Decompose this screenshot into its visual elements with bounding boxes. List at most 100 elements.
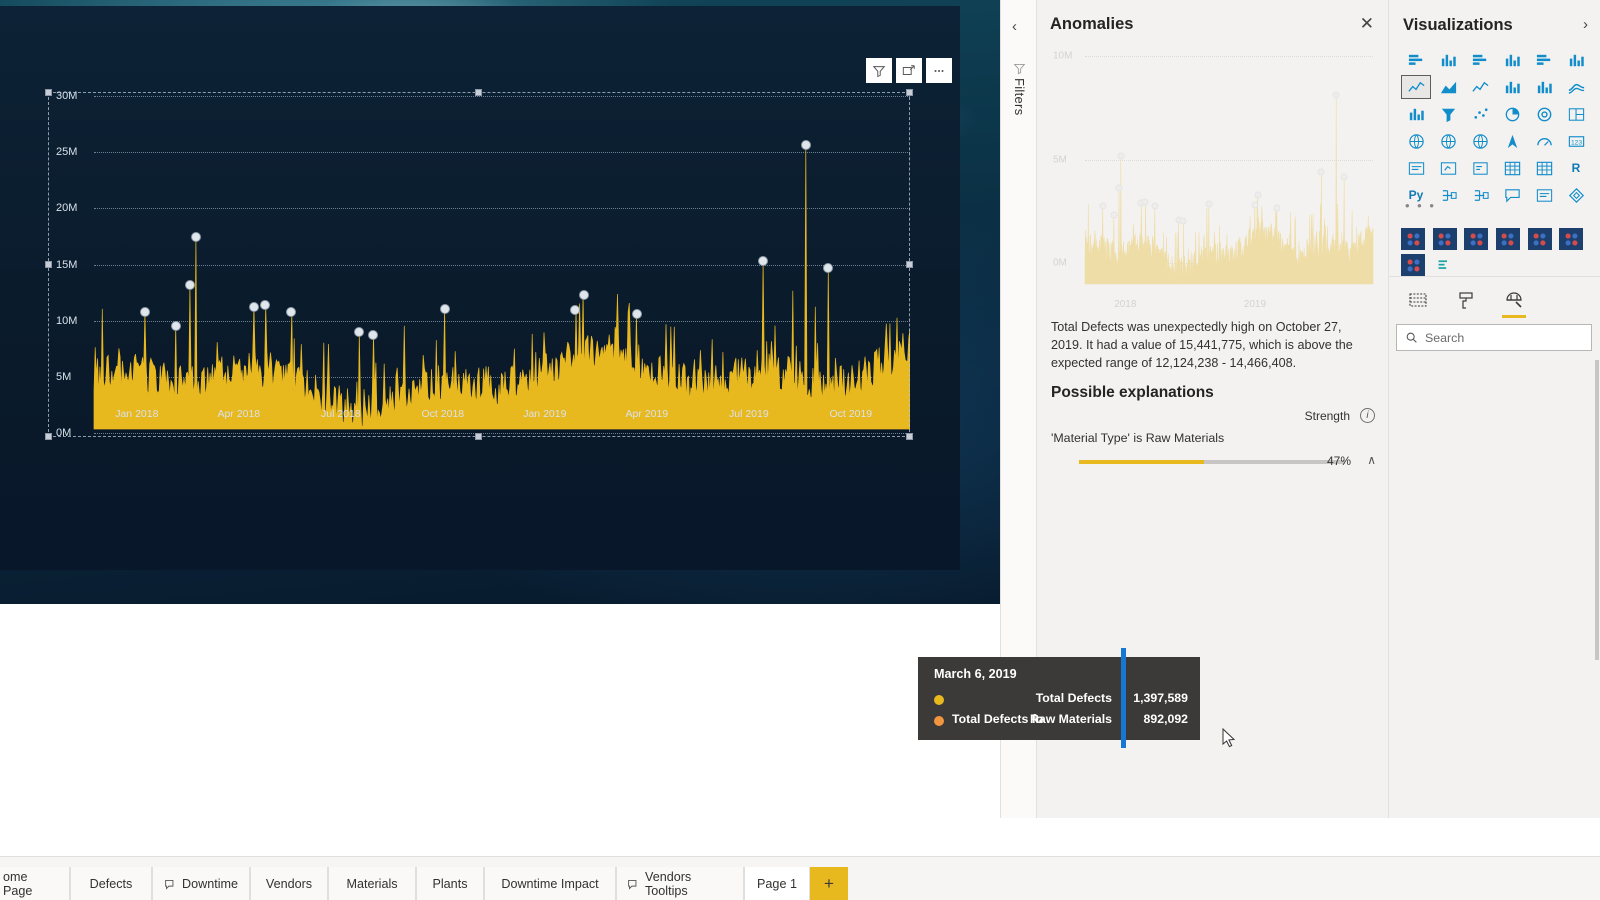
pane-tab-strip[interactable] (1405, 287, 1527, 318)
format-pane-tab[interactable] (1453, 287, 1479, 313)
gauge-icon[interactable] (1529, 129, 1559, 153)
anomaly-marker (1317, 168, 1325, 176)
resize-handle-s[interactable] (475, 433, 482, 440)
page-tab-label: Materials (346, 877, 398, 891)
anomalies-pane-header: Anomalies ✕ (1037, 0, 1388, 52)
pie-chart-icon[interactable] (1497, 102, 1527, 126)
visualizations-title: Visualizations (1403, 16, 1513, 34)
page-tab-plants[interactable]: Plants (416, 867, 484, 900)
search-placeholder: Search (1425, 330, 1465, 345)
qa-visual-icon[interactable] (1497, 183, 1527, 207)
visualizations-pane[interactable]: Visualizations › 123RPy • • • Percentile… (1388, 0, 1600, 818)
slicer-icon[interactable] (1465, 156, 1495, 180)
custom-visual-icon[interactable] (1559, 228, 1584, 250)
analytics-pane-tab[interactable] (1501, 287, 1527, 318)
r-script-visual-icon[interactable]: R (1561, 156, 1591, 180)
clustered-bar-chart-icon[interactable] (1465, 48, 1495, 72)
custom-visuals-grid[interactable] (1401, 228, 1589, 276)
table-icon[interactable] (1497, 156, 1527, 180)
waterfall-chart-icon[interactable] (1401, 102, 1431, 126)
expand-pane-icon[interactable]: › (1583, 16, 1588, 33)
donut-chart-icon[interactable] (1529, 102, 1559, 126)
custom-visual-icon[interactable] (1401, 228, 1425, 250)
multi-row-card-icon[interactable] (1401, 156, 1431, 180)
page-tab-bar[interactable]: ome Page Defects Downtime Vendors Materials P… (0, 856, 1600, 900)
info-icon[interactable]: i (1360, 408, 1375, 423)
100-stacked-column-chart-icon[interactable] (1561, 48, 1591, 72)
resize-handle-n[interactable] (475, 89, 482, 96)
custom-visual-icon[interactable] (1495, 228, 1520, 250)
visual-header-toolbar[interactable] (866, 58, 952, 83)
resize-handle-nw[interactable] (45, 89, 52, 96)
page-tab-downtime[interactable]: Downtime (152, 867, 250, 900)
page-tab-vendors-tooltips[interactable]: Vendors Tooltips (616, 867, 744, 900)
search-input[interactable]: Search (1396, 324, 1592, 351)
collapse-pane-icon[interactable]: ‹ (1012, 18, 1017, 35)
fields-pane-tab[interactable] (1405, 287, 1431, 313)
resize-handle-e[interactable] (906, 260, 913, 268)
custom-visual-icon[interactable] (1464, 228, 1489, 250)
visual-type-grid[interactable]: 123 R Py (1401, 48, 1589, 207)
key-influencers-icon[interactable] (1465, 183, 1495, 207)
tooltip-value: 892,092 (1143, 712, 1188, 726)
resize-handle-w[interactable] (45, 260, 52, 268)
more-visuals-icon[interactable]: • • • (1405, 198, 1436, 213)
page-tab-downtime-impact[interactable]: Downtime Impact (484, 867, 616, 900)
report-canvas[interactable]: 0M 5M 10M 15M 20M 25M 30M Jan 2018 Apr 2018 Jul … (0, 0, 1000, 818)
line-chart-icon[interactable] (1401, 75, 1431, 99)
page-tab-ome-page[interactable]: ome Page (0, 867, 70, 900)
anomaly-line-chart-visual[interactable]: 0M 5M 10M 15M 20M 25M 30M Jan 2018 Apr 2018 Jul … (0, 6, 960, 570)
line-clustered-column-chart-icon[interactable] (1529, 75, 1559, 99)
stacked-bar-chart-icon[interactable] (1401, 48, 1431, 72)
custom-visual-icon[interactable] (1401, 254, 1425, 276)
card-icon[interactable]: 123 (1561, 129, 1591, 153)
page-tab-label: Vendors Tooltips (645, 870, 692, 898)
line-stacked-column-chart-icon[interactable] (1497, 75, 1527, 99)
kpi-icon[interactable] (1433, 156, 1463, 180)
custom-visual-icon[interactable] (1527, 228, 1552, 250)
tooltip-page-icon (627, 878, 640, 891)
close-icon[interactable]: ✕ (1360, 15, 1374, 32)
resize-handle-sw[interactable] (45, 433, 52, 440)
anomalies-preview-chart: 10M 5M 0M 2018 2019 (1045, 50, 1381, 310)
decomposition-tree-icon[interactable] (1433, 183, 1463, 207)
smart-narrative-icon[interactable] (1529, 183, 1559, 207)
area-chart-icon[interactable] (1433, 75, 1463, 99)
scatter-chart-icon[interactable] (1465, 102, 1495, 126)
paginated-report-icon[interactable] (1561, 183, 1591, 207)
arcgis-map-icon[interactable] (1497, 129, 1527, 153)
resize-handle-ne[interactable] (906, 89, 913, 96)
custom-visual-text-icon[interactable] (1433, 254, 1457, 276)
possible-explanations-title: Possible explanations (1051, 384, 1214, 401)
filled-map-icon[interactable] (1433, 129, 1463, 153)
visual-selection-frame[interactable] (45, 89, 913, 440)
page-tab-defects[interactable]: Defects (70, 867, 152, 900)
funnel-chart-icon[interactable] (1433, 102, 1463, 126)
chevron-up-icon[interactable]: ∧ (1367, 453, 1376, 467)
anomaly-marker (1179, 217, 1187, 225)
focus-mode-icon[interactable] (896, 58, 922, 83)
shape-map-icon[interactable] (1465, 129, 1495, 153)
resize-handle-se[interactable] (906, 433, 913, 440)
stacked-column-chart-icon[interactable] (1433, 48, 1463, 72)
custom-visual-icon[interactable] (1432, 228, 1457, 250)
page-tab-page-1[interactable]: Page 1 (744, 867, 810, 900)
100-stacked-bar-chart-icon[interactable] (1529, 48, 1559, 72)
map-icon[interactable] (1401, 129, 1431, 153)
svg-text:123: 123 (1570, 139, 1581, 146)
treemap-icon[interactable] (1561, 102, 1591, 126)
ribbon-chart-icon[interactable] (1561, 75, 1591, 99)
clustered-column-chart-icon[interactable] (1497, 48, 1527, 72)
matrix-icon[interactable] (1529, 156, 1559, 180)
page-tab-label: Downtime (182, 877, 238, 891)
filter-icon[interactable] (866, 58, 892, 83)
page-tab-materials[interactable]: Materials (328, 867, 416, 900)
anomaly-marker (1340, 173, 1348, 181)
explanation-label: 'Material Type' is Raw Materials (1051, 431, 1225, 445)
more-options-icon[interactable] (926, 58, 952, 83)
add-page-button[interactable]: + (810, 867, 848, 900)
page-tab-label: Defects (89, 877, 133, 891)
page-tab-vendors[interactable]: Vendors (250, 867, 328, 900)
pane-scrollbar[interactable] (1595, 360, 1599, 660)
stacked-area-chart-icon[interactable] (1465, 75, 1495, 99)
